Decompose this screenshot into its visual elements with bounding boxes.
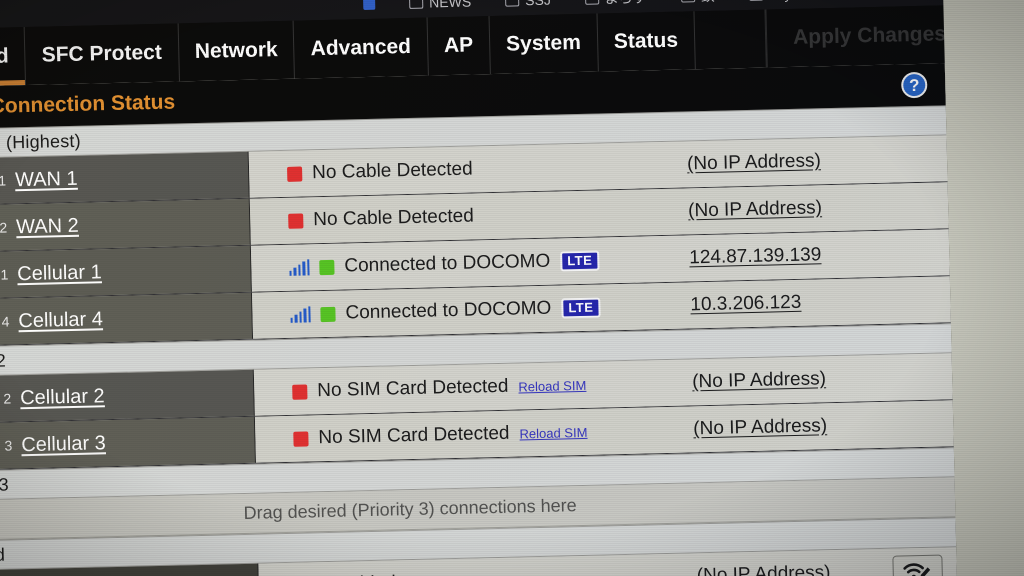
tab-network[interactable]: Network (178, 20, 296, 82)
bookmark-item[interactable] (363, 0, 376, 11)
bookmark-favicon (363, 0, 376, 11)
connection-name-link[interactable]: WAN 1 (15, 167, 78, 191)
connection-name-link[interactable]: Cellular 4 (18, 308, 103, 333)
connection-name-link[interactable]: WAN 2 (16, 214, 79, 238)
ip-address: (No IP Address) (691, 368, 827, 393)
status-cell: No Cable Detected (288, 200, 688, 231)
tab-label: SFC Protect (41, 40, 163, 67)
tab-status[interactable]: Status (597, 11, 696, 72)
status-text: Disabled (322, 572, 396, 576)
apply-changes-button[interactable]: Apply Changes (765, 4, 974, 68)
ip-address-link[interactable]: 10.3.206.123 (690, 292, 801, 317)
connection-index: 3 (4, 437, 13, 454)
bookmark-label: よろず (605, 0, 647, 8)
connection-index: 2 (0, 219, 8, 236)
screen-photo: NEWS SSJ よろず 鉄 haya 買 (0, 0, 1024, 576)
nav-spacer (694, 9, 767, 70)
status-led-icon (292, 383, 308, 400)
apply-changes-label: Apply Changes (792, 22, 947, 49)
status-led-icon (319, 259, 335, 275)
ip-address: (No IP Address) (693, 415, 828, 440)
bookmark-item-haya[interactable]: haya (748, 0, 800, 3)
dropzone-hint-label: Drag desired (Priority 3) connections he… (243, 495, 577, 523)
bookmark-label: 買 (853, 0, 867, 2)
tab-ap[interactable]: AP (427, 16, 491, 76)
signal-strength-icon (290, 306, 311, 323)
connection-cell[interactable]: 4 Cellular 4 (0, 292, 254, 347)
folder-icon (680, 0, 695, 3)
bookmark-item-yorozu[interactable]: よろず (584, 0, 647, 9)
signal-strength-icon (289, 259, 310, 276)
page-title: AN Connection Status (0, 90, 176, 118)
screen-bezel (942, 0, 1024, 576)
tab-label: Advanced (310, 34, 412, 61)
bookmark-item-kai[interactable]: 買 (833, 0, 867, 3)
ip-address: (No IP Address) (686, 150, 822, 175)
reload-sim-link[interactable]: Reload SIM (519, 424, 587, 441)
status-text: No SIM Card Detected (317, 375, 509, 402)
status-text: No Cable Detected (313, 205, 475, 231)
connection-cell[interactable]: 2 WAN 2 (0, 198, 251, 253)
ip-address: (No IP Address) (696, 562, 831, 576)
tab-sfc-protect[interactable]: SFC Protect (24, 23, 180, 85)
status-text: No SIM Card Detected (318, 422, 510, 449)
tab-dashboard[interactable]: board (0, 26, 27, 88)
lte-badge: LTE (559, 250, 600, 272)
tab-label: AP (443, 33, 474, 58)
ip-address: (No IP Address) (687, 197, 823, 222)
status-led-icon (293, 430, 309, 447)
status-text: No Cable Detected (311, 158, 473, 184)
folder-icon (409, 0, 424, 9)
reload-sim-link[interactable]: Reload SIM (518, 377, 586, 394)
group-header-label: ority 3 (0, 474, 10, 495)
connection-index: 2 (3, 390, 12, 407)
connection-cell[interactable]: 2 Cellular 2 (0, 369, 255, 424)
connection-index: 1 (0, 172, 7, 189)
status-led-icon (320, 306, 336, 322)
bookmark-label: SSJ (525, 0, 551, 8)
group-header-label: ority 2 (0, 350, 7, 371)
status-cell: No SIM Card Detected Reload SIM (292, 371, 692, 402)
connection-cell[interactable]: 1 WAN 1 (0, 151, 250, 206)
status-cell: Connected to DOCOMO LTE (289, 247, 689, 278)
router-admin-screen: NEWS SSJ よろず 鉄 haya 買 (0, 0, 1024, 576)
tab-label: System (505, 30, 582, 56)
connection-index: 1 (0, 266, 9, 283)
connection-name-link[interactable]: Cellular 1 (17, 261, 102, 286)
question-mark-icon[interactable]: ? (900, 71, 928, 99)
connection-cell[interactable]: 3 Cellular 3 (0, 416, 256, 471)
folder-icon (584, 0, 599, 5)
status-led-icon (288, 212, 304, 229)
tab-advanced[interactable]: Advanced (293, 17, 429, 79)
page-content: AN Connection Status ? ority 1 (Highest) (0, 63, 958, 576)
wifi-edit-icon[interactable] (892, 554, 944, 576)
status-text: Connected to DOCOMO (344, 250, 551, 277)
tab-label: board (0, 44, 9, 69)
status-cell: Disabled (297, 565, 697, 576)
connection-index: 4 (1, 313, 10, 330)
status-cell: Connected to DOCOMO LTE (290, 294, 690, 325)
bookmark-label: haya (769, 0, 800, 2)
tab-system[interactable]: System (489, 13, 599, 75)
status-text: Connected to DOCOMO (345, 297, 552, 324)
bookmark-item-news[interactable]: NEWS (409, 0, 471, 11)
folder-icon (505, 0, 520, 7)
status-cell: No SIM Card Detected Reload SIM (293, 418, 693, 449)
bookmark-item-ssj[interactable]: SSJ (505, 0, 551, 9)
group-header-label: abled (0, 544, 6, 566)
tab-label: Network (194, 38, 278, 64)
lte-badge: LTE (561, 297, 601, 319)
group-header-label: ority 1 (Highest) (0, 130, 82, 153)
bookmark-label: 鉄 (701, 0, 715, 6)
bookmark-item-tetsu[interactable]: 鉄 (680, 0, 715, 7)
connection-name-link[interactable]: Cellular 2 (20, 385, 105, 410)
connection-name-link[interactable]: Cellular 3 (21, 432, 106, 457)
connection-cell[interactable]: 1 Cellular 1 (0, 245, 252, 300)
status-cell: No Cable Detected (287, 153, 687, 184)
bookmark-label: NEWS (428, 0, 472, 11)
tab-label: Status (613, 28, 679, 54)
ip-address-link[interactable]: 124.87.139.139 (689, 244, 822, 269)
status-led-icon (287, 166, 303, 182)
